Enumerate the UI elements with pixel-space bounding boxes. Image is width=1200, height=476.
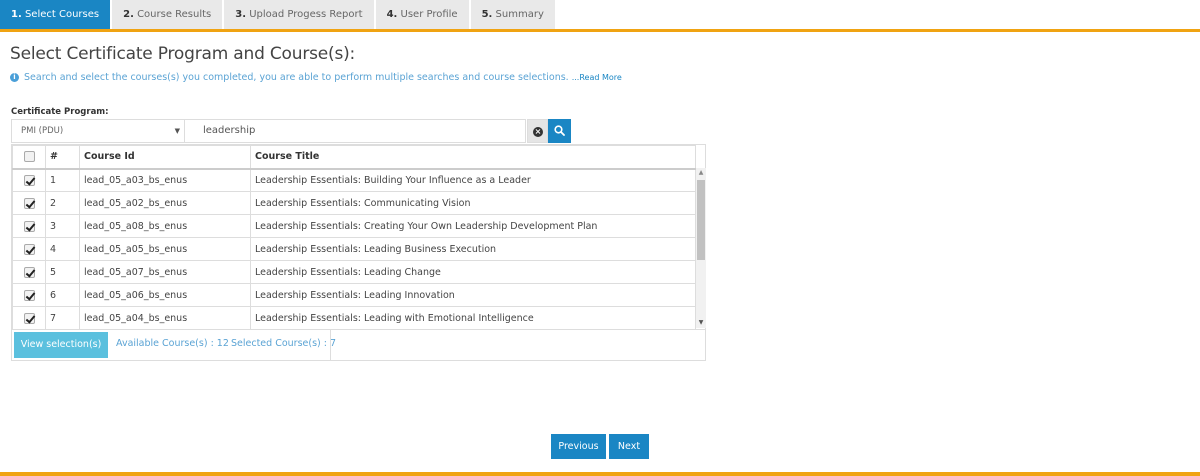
row-checkbox-cell (12, 283, 46, 307)
select-all-cell (12, 145, 46, 169)
row-course-id: lead_05_a08_bs_enus (79, 214, 251, 238)
select-all-checkbox[interactable] (23, 151, 35, 163)
row-checkbox-cell (12, 260, 46, 284)
tab-upload-progress-report[interactable]: 3. Upload Progess Report (224, 0, 374, 29)
tab-label: Course Results (137, 9, 212, 20)
row-checkbox-cell (12, 191, 46, 215)
row-course-title: Leadership Essentials: Leading Business … (250, 237, 696, 261)
table-row[interactable]: 2 lead_05_a02_bs_enus Leadership Essenti… (12, 191, 696, 215)
table-row[interactable]: 6 lead_05_a06_bs_enus Leadership Essenti… (12, 283, 696, 307)
row-checkbox[interactable] (23, 197, 35, 209)
row-checkbox[interactable] (23, 243, 35, 255)
tab-label: User Profile (400, 9, 458, 20)
header-course-title: Course Title (250, 145, 696, 169)
course-search-input[interactable]: leadership (185, 119, 526, 143)
info-message: i Search and select the courses(s) you c… (10, 72, 622, 83)
header-num: # (45, 145, 80, 169)
scroll-down-arrow-icon[interactable]: ▼ (696, 318, 706, 328)
row-checkbox-cell (12, 168, 46, 192)
row-course-id: lead_05_a05_bs_enus (79, 237, 251, 261)
tab-number: 3. (235, 9, 247, 20)
row-num: 1 (45, 168, 80, 192)
row-num: 2 (45, 191, 80, 215)
row-num: 4 (45, 237, 80, 261)
tab-label: Select Courses (24, 9, 100, 20)
table-footer: View selection(s) Available Course(s) : … (12, 329, 705, 360)
row-checkbox[interactable] (23, 312, 35, 324)
row-course-id: lead_05_a04_bs_enus (79, 306, 251, 330)
row-checkbox[interactable] (23, 174, 35, 186)
bottom-divider (0, 472, 1200, 476)
wizard-tabs: 1. Select Courses 2. Course Results 3. U… (0, 0, 557, 29)
row-course-id: lead_05_a02_bs_enus (79, 191, 251, 215)
row-course-title: Leadership Essentials: Creating Your Own… (250, 214, 696, 238)
row-num: 3 (45, 214, 80, 238)
tab-number: 2. (123, 9, 134, 20)
search-button[interactable] (548, 119, 571, 143)
table-row[interactable]: 3 lead_05_a08_bs_enus Leadership Essenti… (12, 214, 696, 238)
dropdown-arrow-icon: ▼ (174, 127, 180, 135)
header-course-id: Course Id (79, 145, 251, 169)
scrollbar-thumb[interactable] (697, 180, 705, 260)
tab-user-profile[interactable]: 4. User Profile (375, 0, 469, 29)
read-more-link[interactable]: ...Read More (572, 73, 622, 82)
row-course-title: Leadership Essentials: Leading Change (250, 260, 696, 284)
row-num: 7 (45, 306, 80, 330)
tab-summary[interactable]: 5. Summary (470, 0, 555, 29)
tab-course-results[interactable]: 2. Course Results (112, 0, 223, 29)
scroll-up-arrow-icon[interactable]: ▲ (696, 168, 706, 178)
footer-divider (330, 330, 331, 360)
table-row[interactable]: 5 lead_05_a07_bs_enus Leadership Essenti… (12, 260, 696, 284)
view-selection-button[interactable]: View selection(s) (14, 332, 108, 358)
row-num: 6 (45, 283, 80, 307)
course-table-panel: # Course Id Course Title 1 lead_05_a03_b… (11, 144, 706, 361)
clear-icon: × (533, 127, 543, 137)
tab-number: 5. (481, 9, 493, 20)
table-row[interactable]: 7 lead_05_a04_bs_enus Leadership Essenti… (12, 306, 696, 330)
tab-label: Upload Progess Report (249, 9, 363, 20)
row-course-title: Leadership Essentials: Communicating Vis… (250, 191, 696, 215)
table-header-row: # Course Id Course Title (12, 145, 696, 169)
course-table: # Course Id Course Title 1 lead_05_a03_b… (12, 145, 696, 330)
tab-divider (0, 29, 1200, 32)
tab-select-courses[interactable]: 1. Select Courses (0, 0, 111, 29)
selected-courses-count: Selected Course(s) : 7 (231, 338, 337, 349)
certificate-program-value: PMI (PDU) (21, 126, 64, 136)
row-course-id: lead_05_a06_bs_enus (79, 283, 251, 307)
row-checkbox[interactable] (23, 266, 35, 278)
info-icon: i (10, 73, 19, 82)
info-text: Search and select the courses(s) you com… (24, 72, 569, 83)
row-checkbox-cell (12, 237, 46, 261)
row-checkbox-cell (12, 306, 46, 330)
tab-label: Summary (495, 9, 544, 20)
row-checkbox-cell (12, 214, 46, 238)
next-button[interactable]: Next (609, 434, 649, 459)
available-courses-count: Available Course(s) : 12 (116, 338, 229, 349)
page-title: Select Certificate Program and Course(s)… (10, 44, 356, 64)
search-icon (554, 125, 565, 136)
certificate-program-select[interactable]: PMI (PDU) ▼ (11, 119, 185, 143)
row-num: 5 (45, 260, 80, 284)
table-row[interactable]: 4 lead_05_a05_bs_enus Leadership Essenti… (12, 237, 696, 261)
row-course-title: Leadership Essentials: Leading with Emot… (250, 306, 696, 330)
row-course-id: lead_05_a07_bs_enus (79, 260, 251, 284)
certificate-program-label: Certificate Program: (11, 107, 109, 117)
table-row[interactable]: 1 lead_05_a03_bs_enus Leadership Essenti… (12, 168, 696, 192)
clear-search-button[interactable]: × (527, 119, 548, 143)
row-course-id: lead_05_a03_bs_enus (79, 168, 251, 192)
row-checkbox[interactable] (23, 220, 35, 232)
row-course-title: Leadership Essentials: Building Your Inf… (250, 168, 696, 192)
tab-number: 4. (386, 9, 398, 20)
row-course-title: Leadership Essentials: Leading Innovatio… (250, 283, 696, 307)
previous-button[interactable]: Previous (551, 434, 606, 459)
table-scrollbar[interactable]: ▲ ▼ (696, 168, 706, 328)
row-checkbox[interactable] (23, 289, 35, 301)
tab-number: 1. (11, 9, 22, 20)
